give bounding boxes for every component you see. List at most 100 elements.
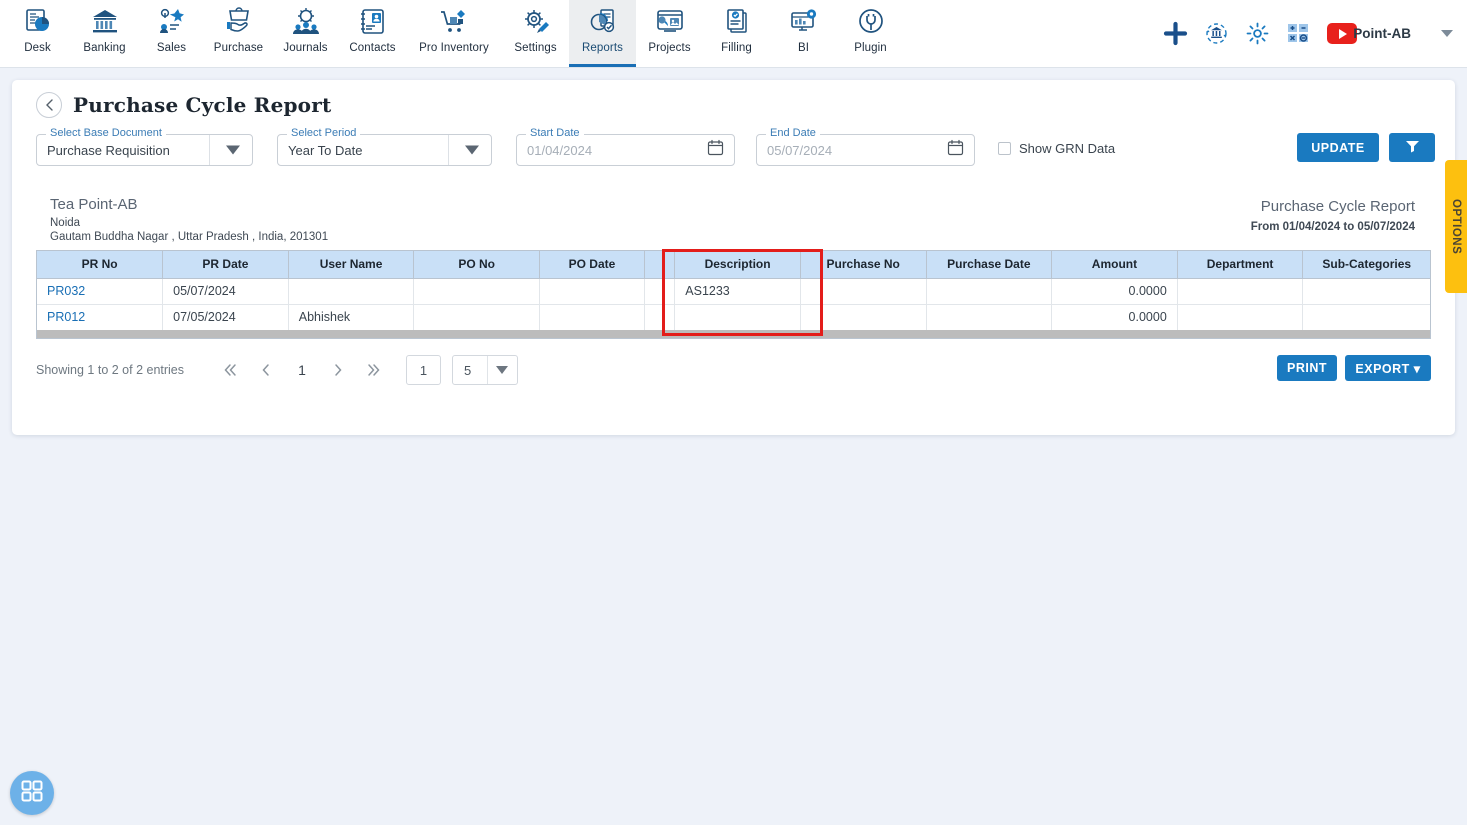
nav-label: BI (797, 42, 810, 54)
column-header-amount[interactable]: Amount (1051, 251, 1178, 279)
nav-item-plugin[interactable]: Plugin (837, 0, 904, 67)
cell-pr-no[interactable]: PR012 (37, 304, 164, 330)
bank-sync-icon[interactable] (1204, 21, 1229, 46)
pr-no-link[interactable]: PR032 (47, 284, 85, 298)
organization-name: Tea Point-AB (50, 196, 138, 213)
report-meta: Purchase Cycle Report From 01/04/2024 to… (1251, 198, 1415, 233)
filling-icon (722, 6, 752, 38)
pr-no-link[interactable]: PR012 (47, 310, 85, 324)
column-header-pr-date[interactable]: PR Date (162, 251, 289, 279)
cell-department (1177, 304, 1304, 330)
bank-icon (90, 6, 120, 38)
column-header-description[interactable]: Description (674, 251, 801, 279)
column-header-purchase-no[interactable]: Purchase No (800, 251, 927, 279)
cell-blank (644, 278, 676, 305)
column-header-po-no[interactable]: PO No (413, 251, 540, 279)
chevron-down-icon (465, 145, 479, 155)
funnel-icon (1405, 139, 1420, 156)
period-select[interactable]: Select Period Year To Date (277, 127, 492, 166)
base-document-select[interactable]: Select Base Document Purchase Requisitio… (36, 127, 253, 166)
show-grn-checkbox[interactable]: Show GRN Data (998, 141, 1115, 156)
cell-purchase-no (800, 304, 927, 330)
cell-description: AS1233 (674, 278, 801, 305)
dashboard-icon (23, 6, 53, 38)
prev-page-button[interactable] (248, 356, 284, 384)
first-page-button[interactable] (212, 356, 248, 384)
inventory-icon (439, 6, 469, 38)
cell-purchase-date (926, 278, 1053, 305)
cell-po-no (413, 278, 540, 305)
cell-pr-no[interactable]: PR032 (37, 278, 164, 305)
column-header-pr-no[interactable]: PR No (37, 251, 164, 279)
column-header-purchase-date[interactable]: Purchase Date (926, 251, 1053, 279)
cell-department (1177, 278, 1304, 305)
grid-apps-icon (21, 780, 43, 807)
page-size-select[interactable]: 5 (452, 355, 519, 385)
nav-item-reports[interactable]: Reports (569, 0, 636, 67)
end-date-value: 05/07/2024 (767, 142, 833, 158)
table-horizontal-scrollbar[interactable] (36, 330, 1431, 339)
calendar-icon[interactable] (707, 139, 724, 161)
calculator-icon[interactable] (1286, 21, 1311, 46)
calendar-icon[interactable] (947, 139, 964, 161)
column-header-department[interactable]: Department (1177, 251, 1304, 279)
apps-fab-button[interactable] (10, 771, 54, 815)
plus-icon[interactable] (1163, 21, 1188, 46)
report-header: Tea Point-AB Noida Gautam Buddha Nagar ,… (12, 184, 1455, 246)
base-document-value: Purchase Requisition (47, 142, 170, 158)
next-page-button[interactable] (320, 356, 356, 384)
divider (209, 135, 210, 165)
column-header-po-date[interactable]: PO Date (539, 251, 645, 279)
end-date-field[interactable]: End Date 05/07/2024 (756, 127, 975, 166)
nav-item-purchase[interactable]: Purchase (205, 0, 272, 67)
last-page-button[interactable] (356, 356, 392, 384)
nav-item-projects[interactable]: Projects (636, 0, 703, 67)
nav-item-desk[interactable]: Desk (4, 0, 71, 67)
export-button[interactable]: EXPORT ▾ (1345, 355, 1431, 381)
nav-item-bi[interactable]: BI (770, 0, 837, 67)
nav-item-banking[interactable]: Banking (71, 0, 138, 67)
youtube-link[interactable]: Point-AB (1327, 23, 1411, 44)
nav-label: Reports (582, 42, 623, 54)
nav-label: Desk (24, 42, 51, 54)
column-header-user-name[interactable]: User Name (288, 251, 415, 279)
nav-item-filling[interactable]: Filling (703, 0, 770, 67)
nav-item-journals[interactable]: Journals (272, 0, 339, 67)
showing-entries-label: Showing 1 to 2 of 2 entries (36, 363, 185, 377)
period-value: Year To Date (288, 142, 363, 158)
nav-label: Banking (83, 42, 126, 54)
current-page-number[interactable]: 1 (284, 356, 320, 384)
divider (487, 356, 489, 384)
contacts-icon (358, 6, 388, 38)
page-size-value: 5 (464, 362, 472, 378)
table-row[interactable]: PR012 07/05/2024 Abhishek 0.0000 (37, 304, 1430, 330)
cell-po-date (539, 278, 645, 305)
chevron-down-icon[interactable] (1441, 30, 1453, 37)
nav-item-pro-inventory[interactable]: Pro Inventory (406, 0, 502, 67)
page-number-input[interactable] (406, 355, 442, 385)
sales-icon (157, 6, 187, 38)
nav-item-settings[interactable]: Settings (502, 0, 569, 67)
column-header-blank[interactable] (644, 251, 676, 279)
gear-icon[interactable] (1245, 21, 1270, 46)
report-table: PR No PR Date User Name PO No PO Date De… (37, 251, 1430, 330)
update-button[interactable]: UPDATE (1297, 133, 1379, 162)
column-header-sub-categories[interactable]: Sub-Categories (1302, 251, 1430, 279)
nav-label: Projects (648, 42, 691, 54)
start-date-field[interactable]: Start Date 01/04/2024 (516, 127, 735, 166)
journals-icon (291, 6, 321, 38)
print-button[interactable]: PRINT (1277, 355, 1337, 381)
organization-city: Noida (50, 217, 81, 229)
options-tab[interactable]: OPTIONS (1445, 160, 1467, 293)
nav-item-sales[interactable]: Sales (138, 0, 205, 67)
checkbox-box (998, 142, 1011, 155)
nav-label: Plugin (854, 42, 887, 54)
footer-actions: PRINT EXPORT ▾ (1277, 355, 1431, 381)
table-row[interactable]: PR032 05/07/2024 AS1233 0.0000 (37, 278, 1430, 305)
filter-button[interactable] (1389, 133, 1435, 162)
cell-blank (644, 304, 676, 330)
cell-user-name: Abhishek (288, 304, 415, 330)
show-grn-label: Show GRN Data (1019, 141, 1116, 156)
back-button[interactable] (36, 92, 62, 118)
nav-item-contacts[interactable]: Contacts (339, 0, 406, 67)
